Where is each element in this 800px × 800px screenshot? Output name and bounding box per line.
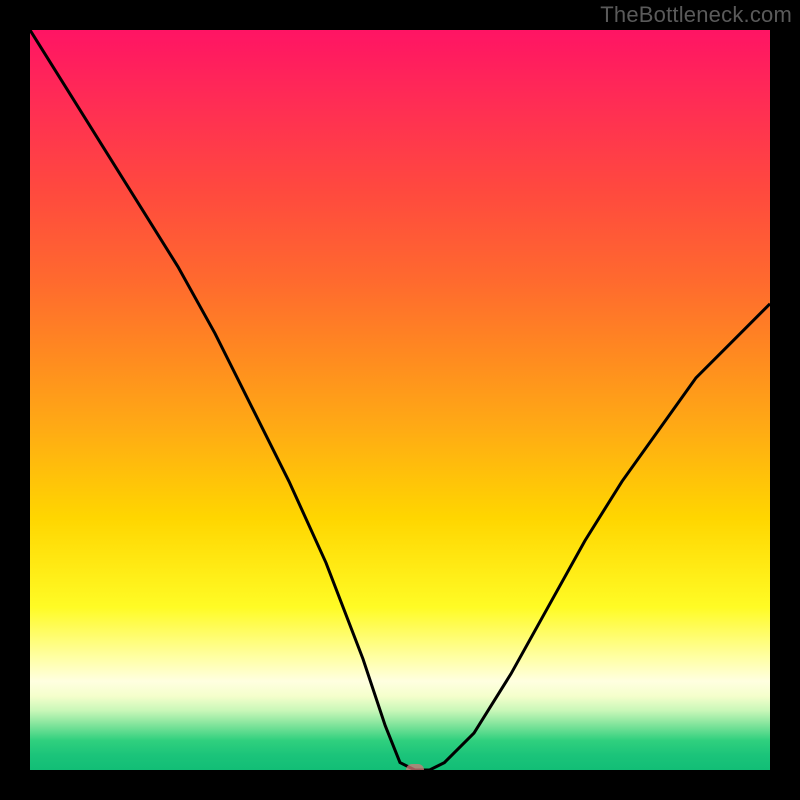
- chart-frame: TheBottleneck.com: [0, 0, 800, 800]
- plot-area: [30, 30, 770, 770]
- bottleneck-curve: [30, 30, 770, 770]
- optimal-point-marker: [406, 764, 424, 770]
- watermark-text: TheBottleneck.com: [600, 2, 792, 28]
- bottleneck-curve-path: [30, 30, 770, 770]
